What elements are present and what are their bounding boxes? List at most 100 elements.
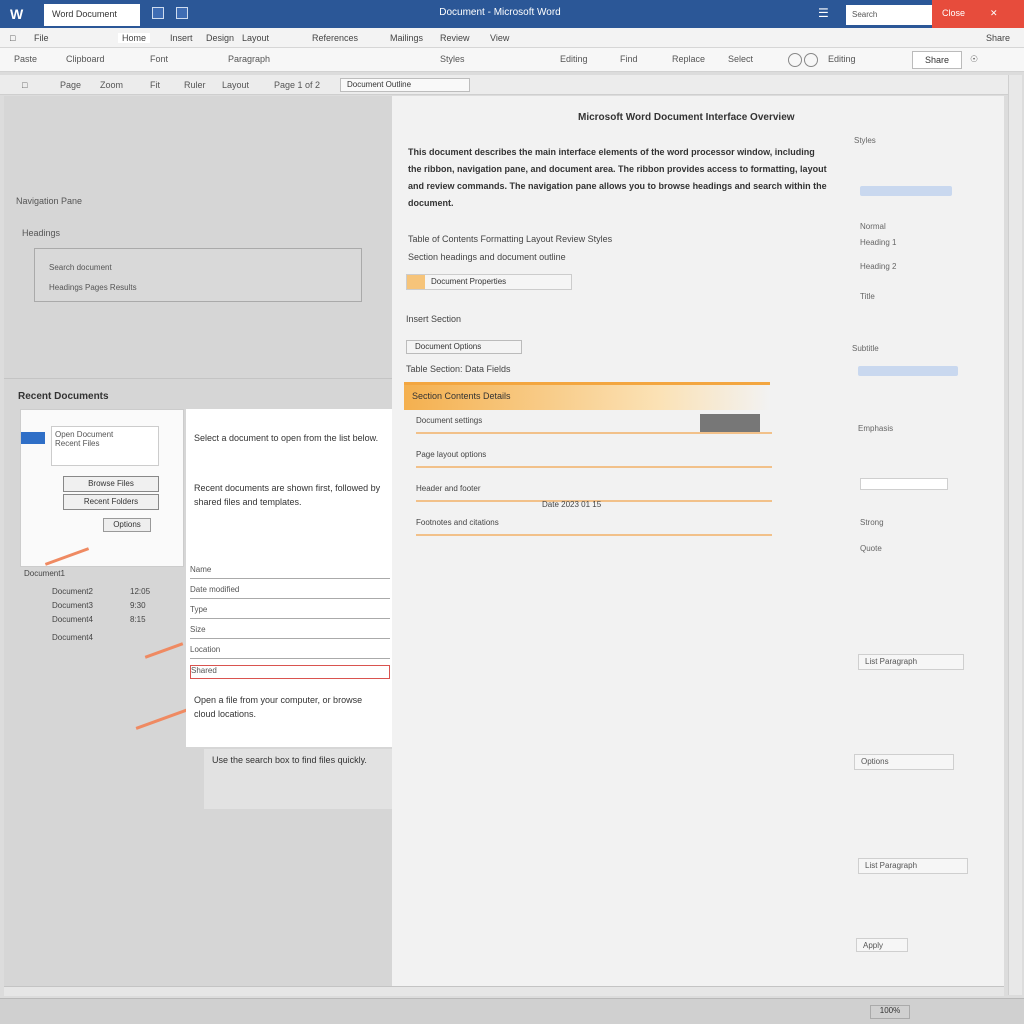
file-list: Select a document to open from the list … — [186, 409, 392, 747]
shield-icon[interactable]: ☉ — [970, 54, 978, 65]
recent-documents-heading: Recent Documents — [18, 391, 109, 402]
menu-layout[interactable]: Layout — [242, 33, 269, 43]
toolbar-font[interactable]: Font — [150, 54, 168, 64]
toolbar-paragraph[interactable]: Paragraph — [228, 54, 270, 64]
page-title: Microsoft Word Document Interface Overvi… — [578, 112, 795, 123]
subbar-fit[interactable]: Fit — [150, 80, 160, 90]
vertical-scrollbar[interactable] — [1008, 75, 1022, 995]
doc-line: Table of Contents Formatting Layout Revi… — [408, 234, 613, 244]
navigation-pane: Navigation Pane Headings Search document… — [4, 96, 392, 378]
list-item[interactable]: Document4 — [52, 615, 93, 624]
dialog-tab[interactable] — [21, 432, 45, 444]
style-option-box[interactable]: List Paragraph — [858, 654, 964, 670]
dialog-info: Open Document Recent Files — [51, 426, 159, 466]
list-item[interactable]: Document1 — [24, 569, 65, 578]
subbar-page[interactable]: Page — [60, 80, 81, 90]
toolbar-replace[interactable]: Replace — [672, 54, 705, 64]
document-tab[interactable]: Word Document — [44, 4, 140, 26]
search-input[interactable]: Search — [846, 5, 932, 25]
ribbon-display-icon[interactable]: ☰ — [818, 6, 829, 20]
table-row[interactable]: Footnotes and citations — [416, 518, 772, 536]
table-row[interactable]: Date modified — [190, 585, 390, 599]
style-item[interactable]: Heading 1 — [860, 238, 896, 247]
close-icon[interactable]: ✕ — [990, 8, 998, 19]
navigation-pane-label: Navigation Pane — [16, 196, 83, 206]
style-item[interactable]: Heading 2 — [860, 262, 896, 271]
dialog-subtitle: Recent Files — [55, 439, 100, 448]
toolbar-paste[interactable]: Paste — [14, 54, 37, 64]
table-header-label: Section Contents Details — [412, 391, 511, 401]
style-swatch[interactable] — [860, 186, 952, 196]
subbar-ruler[interactable]: Ruler — [184, 80, 206, 90]
nav-search-row[interactable]: Search document — [49, 263, 112, 272]
menu-design[interactable]: Design — [206, 33, 234, 43]
list-item[interactable]: Document2 — [52, 587, 93, 596]
table-row[interactable]: Date 2023 01 15 — [542, 500, 772, 518]
style-item[interactable]: Emphasis — [858, 424, 893, 433]
nav-tabs-row[interactable]: Headings Pages Results — [49, 283, 137, 292]
styles-panel: Styles Normal Heading 1 Heading 2 Title … — [844, 130, 1004, 960]
toolbar-editing[interactable]: Editing — [560, 54, 588, 64]
settings-icon[interactable] — [804, 53, 818, 67]
document-properties-tag[interactable]: Document Properties — [406, 274, 572, 290]
style-input[interactable] — [860, 478, 948, 490]
subbar-zoom[interactable]: Zoom — [100, 80, 123, 90]
recent-folders-button[interactable]: Recent Folders — [63, 494, 159, 510]
menu-references[interactable]: References — [312, 33, 358, 43]
toolbar-find[interactable]: Find — [620, 54, 638, 64]
toolbar-select[interactable]: Select — [728, 54, 753, 64]
style-item[interactable]: Title — [860, 292, 875, 301]
table-row[interactable]: Type — [190, 605, 390, 619]
share-button[interactable]: Share — [912, 51, 962, 69]
zoom-level[interactable]: 100% — [870, 1005, 910, 1019]
view-bar: □ Page Zoom Fit Ruler Layout Page 1 of 2… — [0, 75, 1008, 95]
navigation-search-box[interactable]: Search document Headings Pages Results — [34, 248, 362, 302]
file-list-description: Recent documents are shown first, follow… — [194, 483, 381, 507]
table-row[interactable]: Size — [190, 625, 390, 639]
selected-table-row[interactable]: Shared — [190, 665, 390, 679]
menu-review[interactable]: Review — [440, 33, 470, 43]
style-item[interactable]: Normal — [860, 222, 886, 231]
outline-field[interactable]: Document Outline — [340, 78, 470, 92]
options-button[interactable]: Options — [103, 518, 151, 532]
table-row[interactable]: Name — [190, 565, 390, 579]
document-options-box[interactable]: Document Options — [406, 340, 522, 354]
toolbar-clipboard[interactable]: Clipboard — [66, 54, 105, 64]
menu-home[interactable]: Home — [118, 33, 151, 43]
style-option-box[interactable]: Options — [854, 754, 954, 770]
page-icon[interactable]: □ — [22, 80, 27, 90]
apply-button[interactable]: Apply — [856, 938, 908, 952]
toolbar-styles[interactable]: Styles — [440, 54, 465, 64]
undo-icon[interactable] — [176, 7, 188, 19]
ribbon-toolbar: Paste Clipboard Font Paragraph Styles Ed… — [0, 48, 1024, 72]
horizontal-scrollbar[interactable] — [4, 986, 1004, 996]
close-button[interactable]: Close ✕ — [932, 0, 1024, 28]
menu-share[interactable]: Share — [986, 33, 1010, 43]
style-item[interactable]: Strong — [860, 518, 884, 527]
word-logo-icon[interactable]: W — [10, 6, 28, 22]
list-item[interactable]: Document4 — [52, 633, 93, 642]
style-item[interactable]: Subtitle — [852, 344, 879, 353]
style-item[interactable]: Quote — [860, 544, 882, 553]
style-swatch[interactable] — [858, 366, 958, 376]
subbar-page-count: Page 1 of 2 — [274, 80, 321, 90]
annotation-arrow — [144, 642, 184, 659]
browse-files-button[interactable]: Browse Files — [63, 476, 159, 492]
headings-label[interactable]: Headings — [22, 228, 60, 238]
table-row[interactable]: Location — [190, 645, 390, 659]
menu-view[interactable]: View — [490, 33, 509, 43]
subbar-layout[interactable]: Layout — [222, 80, 249, 90]
help-icon[interactable] — [788, 53, 802, 67]
file-icon[interactable]: □ — [10, 33, 15, 43]
menu-file[interactable]: File — [34, 33, 49, 43]
table-row[interactable]: Page layout options — [416, 450, 772, 468]
list-item[interactable]: Document3 — [52, 601, 93, 610]
properties-label: Document Properties — [431, 277, 507, 286]
style-option-box[interactable]: List Paragraph — [858, 858, 968, 874]
toolbar-editing-label[interactable]: Editing — [828, 54, 856, 64]
menu-insert[interactable]: Insert — [170, 33, 193, 43]
table-row[interactable]: Document settings — [416, 416, 772, 434]
properties-swatch — [407, 275, 425, 289]
menu-mailings[interactable]: Mailings — [390, 33, 423, 43]
save-icon[interactable] — [152, 7, 164, 19]
